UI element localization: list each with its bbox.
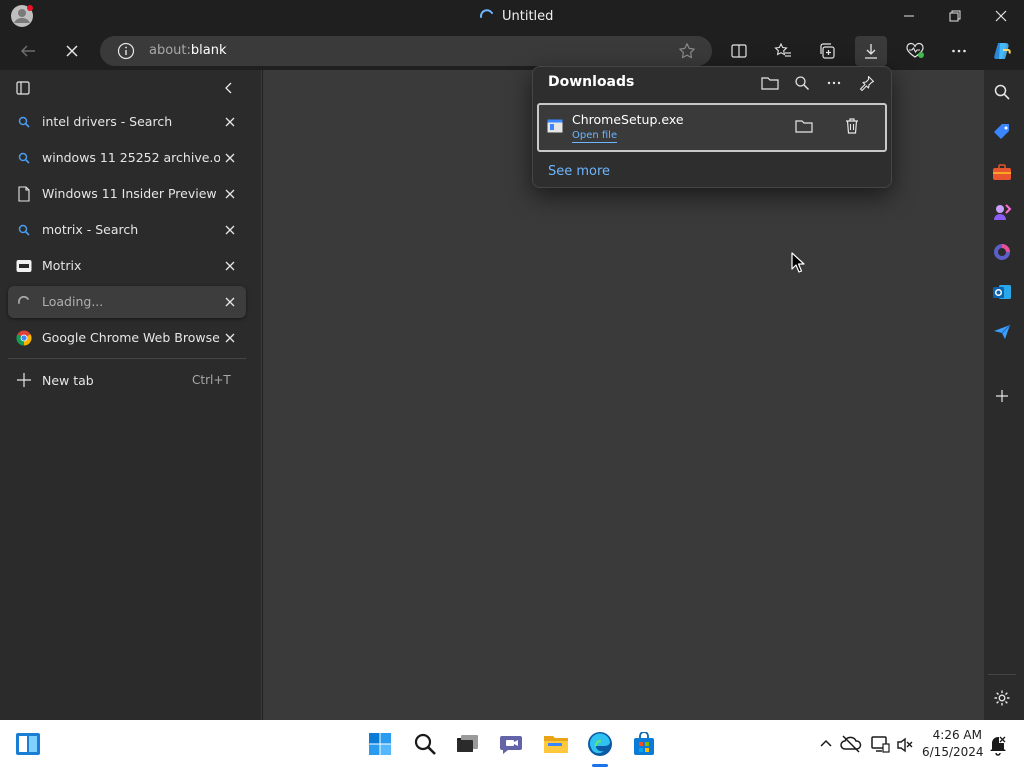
start-windows-icon[interactable] xyxy=(366,730,394,758)
search-icon xyxy=(16,114,32,130)
tab-label: Motrix xyxy=(42,258,82,273)
active-app-indicator xyxy=(592,764,608,767)
outlook-icon[interactable] xyxy=(990,280,1014,304)
show-in-folder-icon[interactable] xyxy=(793,116,815,136)
add-sidebar-app-icon[interactable] xyxy=(990,384,1014,408)
stop-loading-button[interactable] xyxy=(56,36,88,66)
microsoft-store-icon[interactable] xyxy=(630,730,658,758)
url-text[interactable]: about:blank xyxy=(149,43,227,58)
tab-actions-icon[interactable] xyxy=(15,80,31,96)
shopping-tag-icon[interactable] xyxy=(990,120,1014,144)
games-icon[interactable] xyxy=(990,200,1014,224)
search-icon xyxy=(16,150,32,166)
tab-divider xyxy=(8,358,246,359)
mouse-cursor-icon xyxy=(791,252,805,274)
close-tab-icon[interactable] xyxy=(222,150,238,166)
tab-item[interactable]: intel drivers - Search xyxy=(8,106,246,138)
tab-item[interactable]: Google Chrome Web Browser xyxy=(8,322,246,354)
close-tab-icon[interactable] xyxy=(222,330,238,346)
more-options-icon[interactable] xyxy=(943,36,975,66)
clock-date[interactable]: 6/15/2024 xyxy=(922,745,984,759)
taskbar-search-icon[interactable] xyxy=(411,730,439,758)
exe-file-icon xyxy=(547,119,563,133)
sidebar-divider xyxy=(988,674,1016,675)
chrome-icon xyxy=(16,330,32,346)
tab-label: windows 11 25252 archive.org - Search xyxy=(42,150,220,165)
edge-browser-icon[interactable] xyxy=(586,730,614,758)
profile-avatar[interactable] xyxy=(10,4,34,28)
open-downloads-folder-icon[interactable] xyxy=(759,72,781,94)
sidebar-settings-gear-icon[interactable] xyxy=(990,686,1014,710)
microsoft-365-icon[interactable] xyxy=(990,240,1014,264)
collections-icon[interactable] xyxy=(811,36,843,66)
tab-label: intel drivers - Search xyxy=(42,114,173,129)
url-path: blank xyxy=(190,43,227,58)
tab-item-active[interactable]: Loading... xyxy=(8,286,246,318)
downloads-title: Downloads xyxy=(548,74,635,90)
show-hidden-icons-chevron-icon[interactable] xyxy=(818,736,834,752)
tab-item[interactable]: Motrix xyxy=(8,250,246,282)
favorites-icon[interactable] xyxy=(767,36,799,66)
volume-muted-icon[interactable] xyxy=(896,736,914,754)
favorite-star-icon[interactable] xyxy=(671,36,703,66)
restore-button[interactable] xyxy=(932,0,978,32)
page-icon xyxy=(16,186,32,202)
close-tab-icon[interactable] xyxy=(222,114,238,130)
tab-item[interactable]: Windows 11 Insider Preview (Build xyxy=(8,178,246,210)
download-item[interactable] xyxy=(537,103,887,152)
collapse-pane-icon[interactable] xyxy=(221,80,237,96)
new-tab-button[interactable]: New tab xyxy=(42,373,94,388)
see-more-link[interactable]: See more xyxy=(548,164,610,179)
close-tab-icon[interactable] xyxy=(222,294,238,310)
url-scheme: about: xyxy=(149,43,191,58)
split-screen-icon[interactable] xyxy=(723,36,755,66)
site-info-icon[interactable] xyxy=(117,42,135,60)
notifications-bell-icon[interactable] xyxy=(988,734,1008,756)
motrix-icon xyxy=(16,258,32,274)
display-icon[interactable] xyxy=(870,734,890,754)
copilot-icon[interactable] xyxy=(986,36,1018,66)
search-icon xyxy=(16,222,32,238)
drop-send-icon[interactable] xyxy=(990,320,1014,344)
spinner-icon xyxy=(16,294,32,310)
clock-time[interactable]: 4:26 AM xyxy=(930,728,982,742)
onedrive-offline-icon[interactable] xyxy=(840,734,862,754)
task-view-icon[interactable] xyxy=(454,730,482,758)
downloads-more-options-icon[interactable] xyxy=(823,72,845,94)
delete-download-icon[interactable] xyxy=(841,116,863,136)
tools-icon[interactable] xyxy=(990,160,1014,184)
download-filename: ChromeSetup.exe xyxy=(572,112,684,127)
tab-item[interactable]: motrix - Search xyxy=(8,214,246,246)
downloads-button[interactable] xyxy=(855,36,887,66)
open-file-link[interactable]: Open file xyxy=(572,130,618,143)
close-tab-icon[interactable] xyxy=(222,186,238,202)
window-title: Untitled xyxy=(502,9,554,24)
pin-downloads-icon[interactable] xyxy=(856,72,878,94)
back-button[interactable] xyxy=(12,36,44,66)
tab-label: Loading... xyxy=(42,294,104,309)
tab-label: Google Chrome Web Browser xyxy=(42,330,220,345)
close-tab-icon[interactable] xyxy=(222,222,238,238)
widgets-icon[interactable] xyxy=(14,730,42,758)
tab-item[interactable]: windows 11 25252 archive.org - Search xyxy=(8,142,246,174)
sidebar-search-icon[interactable] xyxy=(990,80,1014,104)
tab-label: motrix - Search xyxy=(42,222,139,237)
file-explorer-icon[interactable] xyxy=(542,730,570,758)
loading-spinner-icon xyxy=(479,8,495,24)
search-downloads-icon[interactable] xyxy=(791,72,813,94)
teams-chat-icon[interactable] xyxy=(498,730,526,758)
close-tab-icon[interactable] xyxy=(222,258,238,274)
new-tab-shortcut: Ctrl+T xyxy=(192,373,231,387)
browser-essentials-icon[interactable] xyxy=(899,36,931,66)
close-window-button[interactable] xyxy=(978,0,1024,32)
new-tab-plus-icon[interactable] xyxy=(16,372,32,388)
minimize-button[interactable] xyxy=(886,0,932,32)
tab-label: Windows 11 Insider Preview (Build xyxy=(42,186,220,201)
